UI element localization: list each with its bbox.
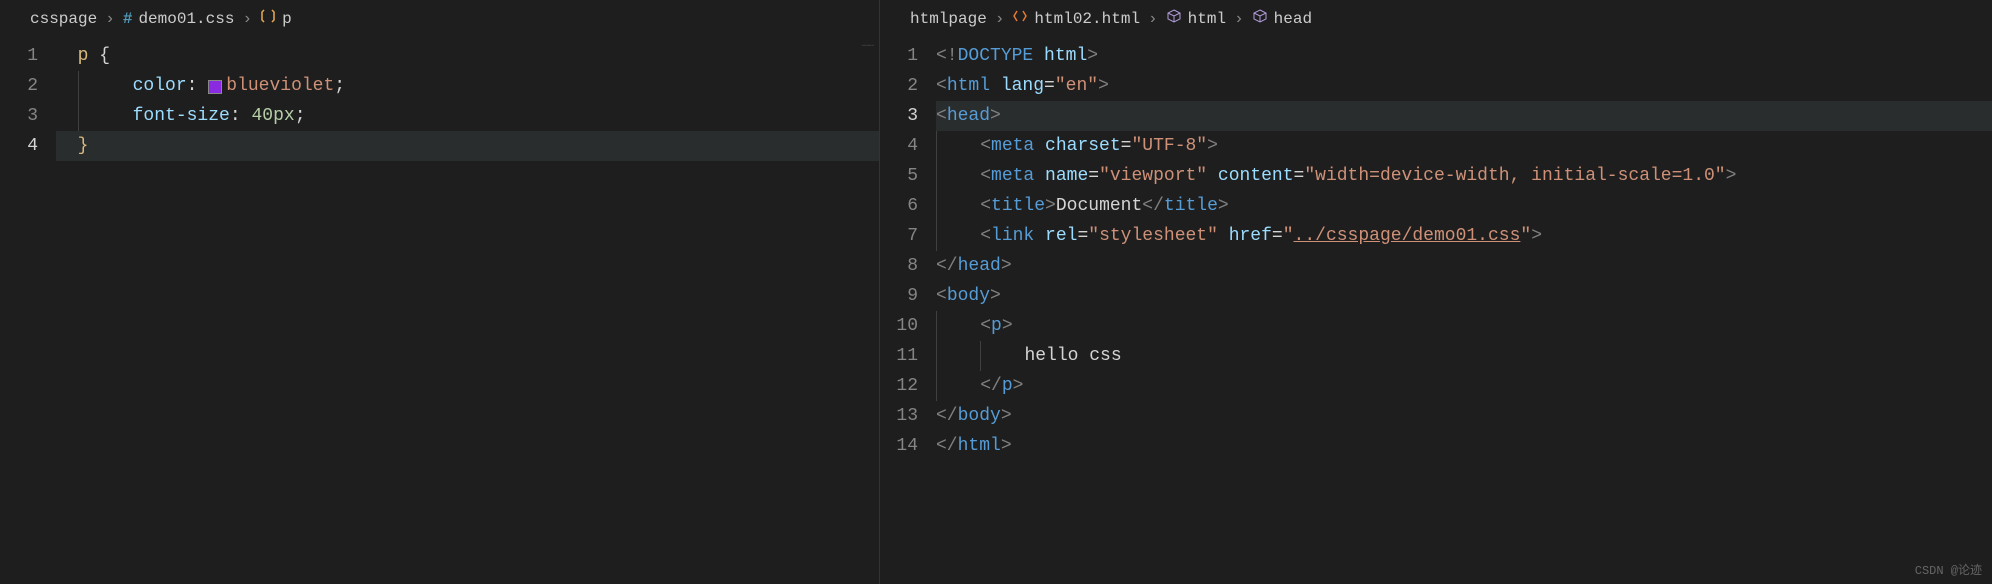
line-number: 8: [880, 251, 936, 281]
line-number: 6: [880, 191, 936, 221]
line-number: 10: [880, 311, 936, 341]
editor-pane-left: csspage › # demo01.css › p ┈┈┈ 1 2 3 4 p…: [0, 0, 880, 584]
breadcrumb-symbol[interactable]: html: [1166, 8, 1226, 29]
chevron-right-icon: ›: [995, 10, 1005, 28]
css-value: 40px: [251, 101, 294, 131]
line-number: 1: [0, 41, 56, 71]
brace: {: [88, 41, 110, 71]
line-number: 4: [0, 131, 56, 161]
breadcrumb-file[interactable]: # demo01.css: [123, 10, 235, 28]
breadcrumb: htmlpage › html02.html › html › head: [880, 0, 1992, 37]
breadcrumb-symbol[interactable]: p: [260, 8, 292, 29]
line-number: 1: [880, 41, 936, 71]
editor-area[interactable]: 1 2 3 4 5 6 7 8 9 10 11 12 13 14 <!DOCTY…: [880, 37, 1992, 584]
html-file-icon: [1012, 8, 1028, 29]
symbol-module-icon: [1166, 8, 1182, 29]
css-file-icon: #: [123, 10, 133, 28]
line-number: 7: [880, 221, 936, 251]
breadcrumb-folder[interactable]: htmlpage: [910, 10, 987, 28]
symbol-selector-icon: [260, 8, 276, 29]
css-value: blueviolet: [226, 71, 334, 101]
code-area[interactable]: <!DOCTYPE html> <html lang="en"> <head> …: [936, 37, 1992, 584]
line-number: 5: [880, 161, 936, 191]
watermark: CSDN @论迹: [1915, 561, 1982, 578]
line-number: 3: [0, 101, 56, 131]
breadcrumb-file[interactable]: html02.html: [1012, 8, 1140, 29]
color-swatch-icon[interactable]: [208, 80, 222, 94]
href-link[interactable]: ../csspage/demo01.css: [1294, 221, 1521, 251]
editor-area[interactable]: ┈┈┈ 1 2 3 4 p { color: blueviolet; font-…: [0, 37, 879, 584]
css-property: font-size: [133, 101, 230, 131]
gutter: 1 2 3 4 5 6 7 8 9 10 11 12 13 14: [880, 37, 936, 584]
css-selector: p: [78, 41, 89, 71]
editor-pane-right: htmlpage › html02.html › html › head 1 2…: [880, 0, 1992, 584]
chevron-right-icon: ›: [1234, 10, 1244, 28]
line-number: 2: [0, 71, 56, 101]
brace: }: [78, 131, 89, 161]
line-number: 14: [880, 431, 936, 461]
breadcrumb: csspage › # demo01.css › p: [0, 0, 879, 37]
line-number: 12: [880, 371, 936, 401]
line-number: 4: [880, 131, 936, 161]
chevron-right-icon: ›: [105, 10, 115, 28]
line-number: 3: [880, 101, 936, 131]
symbol-module-icon: [1252, 8, 1268, 29]
code-area[interactable]: p { color: blueviolet; font-size: 40px; …: [56, 37, 879, 584]
line-number: 2: [880, 71, 936, 101]
chevron-right-icon: ›: [1148, 10, 1158, 28]
line-number: 9: [880, 281, 936, 311]
breadcrumb-symbol[interactable]: head: [1252, 8, 1312, 29]
line-number: 13: [880, 401, 936, 431]
css-property: color: [133, 71, 187, 101]
line-number: 11: [880, 341, 936, 371]
breadcrumb-folder[interactable]: csspage: [30, 10, 97, 28]
gutter: 1 2 3 4: [0, 37, 56, 584]
chevron-right-icon: ›: [242, 10, 252, 28]
